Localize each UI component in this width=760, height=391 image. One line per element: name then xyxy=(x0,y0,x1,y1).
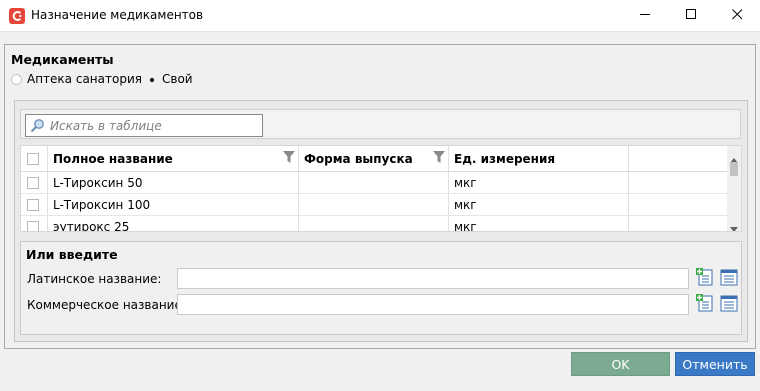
add-document-icon xyxy=(695,268,714,289)
cell-form xyxy=(299,216,449,231)
medications-table: Полное название Форма выпуска Ед. измере… xyxy=(20,145,742,232)
cell-name: L-Тироксин 100 xyxy=(48,194,299,215)
add-commercial-button[interactable] xyxy=(694,294,715,315)
main-frame: Медикаменты Аптека санатория Свой П xyxy=(4,44,756,349)
search-icon xyxy=(29,118,45,134)
cell-unit: мкг xyxy=(449,216,629,231)
row-checkbox[interactable] xyxy=(27,198,39,211)
scroll-down-icon[interactable] xyxy=(730,221,738,231)
row-select[interactable] xyxy=(21,172,48,193)
radio-label: Свой xyxy=(162,72,193,86)
filter-icon[interactable] xyxy=(433,151,445,163)
row-select[interactable] xyxy=(21,216,48,231)
add-document-icon xyxy=(695,294,714,315)
cell-unit: мкг xyxy=(449,194,629,215)
latin-name-label: Латинское название: xyxy=(27,272,162,286)
ok-button[interactable]: OK xyxy=(571,352,670,376)
cell-name: эутирокс 25 xyxy=(48,216,299,231)
list-document-icon xyxy=(720,268,738,289)
title-bar: Назначение медикаментов xyxy=(0,0,760,32)
radio-own[interactable]: Свой xyxy=(146,71,193,87)
column-header-form[interactable]: Форма выпуска xyxy=(299,146,449,171)
row-checkbox[interactable] xyxy=(27,220,39,231)
select-all-checkbox[interactable] xyxy=(27,152,39,165)
table-row[interactable]: L-Тироксин 100 мкг xyxy=(21,194,728,216)
table-header: Полное название Форма выпуска Ед. измере… xyxy=(21,146,728,172)
commercial-list-button[interactable] xyxy=(718,294,739,315)
search-box[interactable] xyxy=(25,114,263,137)
radio-circle[interactable] xyxy=(11,73,22,85)
column-header-label: Ед. измерения xyxy=(454,151,556,166)
medications-section-title: Медикаменты xyxy=(11,52,114,67)
header-select-all[interactable] xyxy=(21,146,48,171)
row-select[interactable] xyxy=(21,194,48,215)
table-row[interactable]: L-Тироксин 50 мкг xyxy=(21,172,728,194)
scroll-thumb[interactable] xyxy=(730,162,738,176)
column-header-empty xyxy=(629,146,728,171)
search-bar xyxy=(20,109,741,139)
table-scrollbar[interactable] xyxy=(727,146,741,231)
commercial-name-input[interactable] xyxy=(177,294,689,315)
medications-panel: Полное название Форма выпуска Ед. измере… xyxy=(14,100,748,342)
radio-circle[interactable] xyxy=(146,74,157,85)
minimize-icon xyxy=(639,9,651,23)
add-latin-button[interactable] xyxy=(694,268,715,289)
cell-form xyxy=(299,194,449,215)
minimize-button[interactable] xyxy=(622,0,668,31)
maximize-icon xyxy=(685,8,697,23)
latin-list-button[interactable] xyxy=(718,268,739,289)
row-checkbox[interactable] xyxy=(27,176,39,189)
close-button[interactable] xyxy=(714,0,760,31)
list-document-icon xyxy=(720,294,738,315)
column-header-name[interactable]: Полное название xyxy=(48,146,299,171)
app-logo-icon xyxy=(9,8,25,24)
search-input[interactable] xyxy=(50,115,262,136)
cell-form xyxy=(299,172,449,193)
maximize-button[interactable] xyxy=(668,0,714,31)
window-title: Назначение медикаментов xyxy=(31,8,204,22)
latin-name-input[interactable] xyxy=(177,268,689,289)
column-header-label: Форма выпуска xyxy=(304,151,413,166)
close-icon xyxy=(731,8,743,23)
commercial-name-label: Коммерческое название: xyxy=(27,298,186,312)
cancel-button[interactable]: Отменить xyxy=(675,352,755,376)
cell-name: L-Тироксин 50 xyxy=(48,172,299,193)
radio-label: Аптека санатория xyxy=(27,72,142,86)
manual-entry-title: Или введите xyxy=(26,247,118,262)
manual-entry-box: Или введите Латинское название: Коммерче… xyxy=(20,241,742,335)
table-row[interactable]: эутирокс 25 мкг xyxy=(21,216,728,231)
radio-sanatorium-pharmacy[interactable]: Аптека санатория xyxy=(11,71,142,87)
column-header-label: Полное название xyxy=(53,151,173,166)
filter-icon[interactable] xyxy=(283,151,295,163)
column-header-unit[interactable]: Ед. измерения xyxy=(449,146,629,171)
cell-unit: мкг xyxy=(449,172,629,193)
